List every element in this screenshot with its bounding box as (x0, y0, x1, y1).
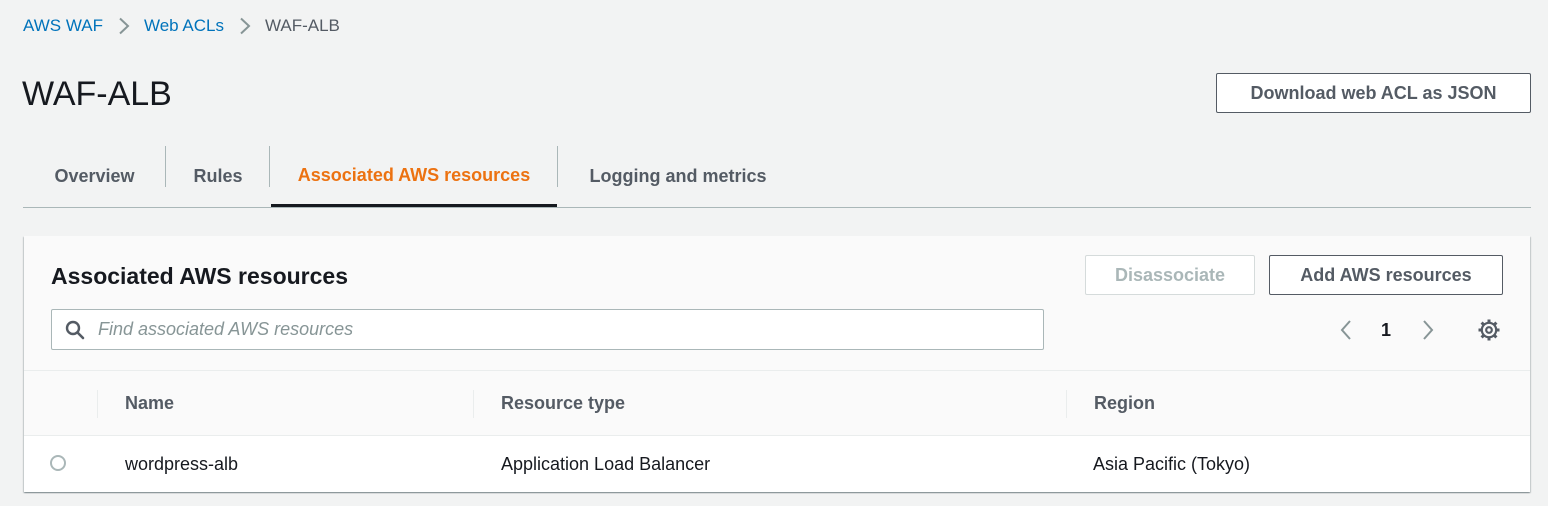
chevron-right-icon (118, 17, 130, 35)
tab-logging-and-metrics[interactable]: Logging and metrics (558, 146, 798, 207)
column-header-resource-type[interactable]: Resource type (501, 371, 625, 435)
column-divider (97, 390, 98, 418)
breadcrumb: AWS WAF Web ACLs WAF-ALB (23, 14, 340, 38)
table-header: Name Resource type Region (24, 370, 1530, 436)
chevron-right-icon (239, 17, 251, 35)
tab-rules[interactable]: Rules (166, 146, 270, 207)
add-aws-resources-button[interactable]: Add AWS resources (1269, 255, 1503, 295)
gear-icon[interactable] (1477, 318, 1501, 342)
tab-bar: Overview Rules Associated AWS resources … (23, 146, 1531, 208)
column-header-name[interactable]: Name (125, 371, 174, 435)
column-divider (473, 390, 474, 418)
breadcrumb-current: WAF-ALB (264, 16, 340, 35)
tab-overview[interactable]: Overview (23, 146, 166, 207)
download-web-acl-json-button[interactable]: Download web ACL as JSON (1216, 73, 1531, 113)
cell-name: wordpress-alb (125, 453, 239, 474)
tab-divider (269, 146, 270, 187)
search-icon (65, 320, 85, 340)
tab-associated-aws-resources[interactable]: Associated AWS resources (271, 146, 557, 207)
page-title: WAF-ALB (22, 75, 172, 113)
associated-resources-panel: Associated AWS resources Disassociate Ad… (24, 236, 1530, 492)
cell-resource-type: Application Load Balancer (501, 453, 711, 474)
disassociate-button[interactable]: Disassociate (1085, 255, 1255, 295)
column-divider (1066, 390, 1067, 418)
panel-header: Associated AWS resources Disassociate Ad… (24, 236, 1530, 370)
chevron-left-icon[interactable] (1335, 318, 1359, 342)
search-box (51, 309, 1044, 350)
chevron-right-icon[interactable] (1415, 318, 1439, 342)
table-row[interactable]: wordpress-alb Application Load Balancer … (24, 436, 1530, 492)
column-header-region[interactable]: Region (1094, 371, 1155, 435)
pagination-current-page[interactable]: 1 (1374, 318, 1398, 342)
breadcrumb-web-acls[interactable]: Web ACLs (144, 16, 224, 36)
cell-region: Asia Pacific (Tokyo) (1093, 453, 1251, 474)
row-select-radio[interactable] (50, 455, 66, 471)
search-input[interactable] (98, 310, 1028, 349)
panel-title: Associated AWS resources (51, 263, 348, 289)
breadcrumb-aws-waf[interactable]: AWS WAF (23, 16, 103, 36)
